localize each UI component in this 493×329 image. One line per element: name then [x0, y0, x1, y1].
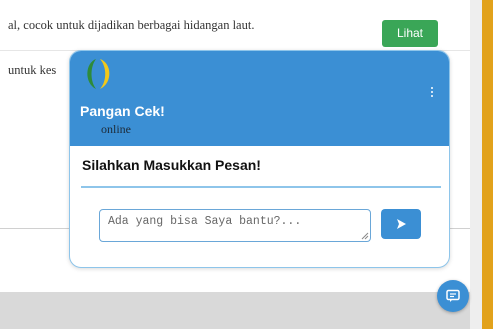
send-button[interactable]	[381, 209, 421, 239]
chat-prompt: Silahkan Masukkan Pesan!	[82, 157, 261, 173]
chat-widget: Pangan Cek! online Silahkan Masukkan Pes…	[69, 50, 450, 268]
list-item: al, cocok untuk dijadikan berbagai hidan…	[0, 0, 470, 51]
chat-header: Pangan Cek! online	[70, 51, 449, 146]
footer-band	[0, 292, 470, 329]
item-description: untuk kes	[8, 63, 57, 77]
accent-bar	[482, 0, 493, 329]
chat-title: Pangan Cek!	[80, 103, 165, 119]
chat-toggle-button[interactable]	[437, 280, 469, 312]
resize-grip-icon[interactable]	[361, 232, 369, 240]
item-description: al, cocok untuk dijadikan berbagai hidan…	[8, 18, 255, 32]
message-input[interactable]	[99, 209, 371, 242]
chat-status: online	[101, 122, 131, 136]
send-icon	[397, 219, 406, 229]
leaf-logo-icon	[87, 59, 110, 89]
chat-bubble-icon	[446, 289, 460, 302]
scrollbar-track[interactable]	[470, 0, 482, 329]
chat-divider	[81, 186, 441, 188]
view-button[interactable]: Lihat	[382, 20, 438, 47]
kebab-menu-icon[interactable]	[427, 87, 437, 101]
